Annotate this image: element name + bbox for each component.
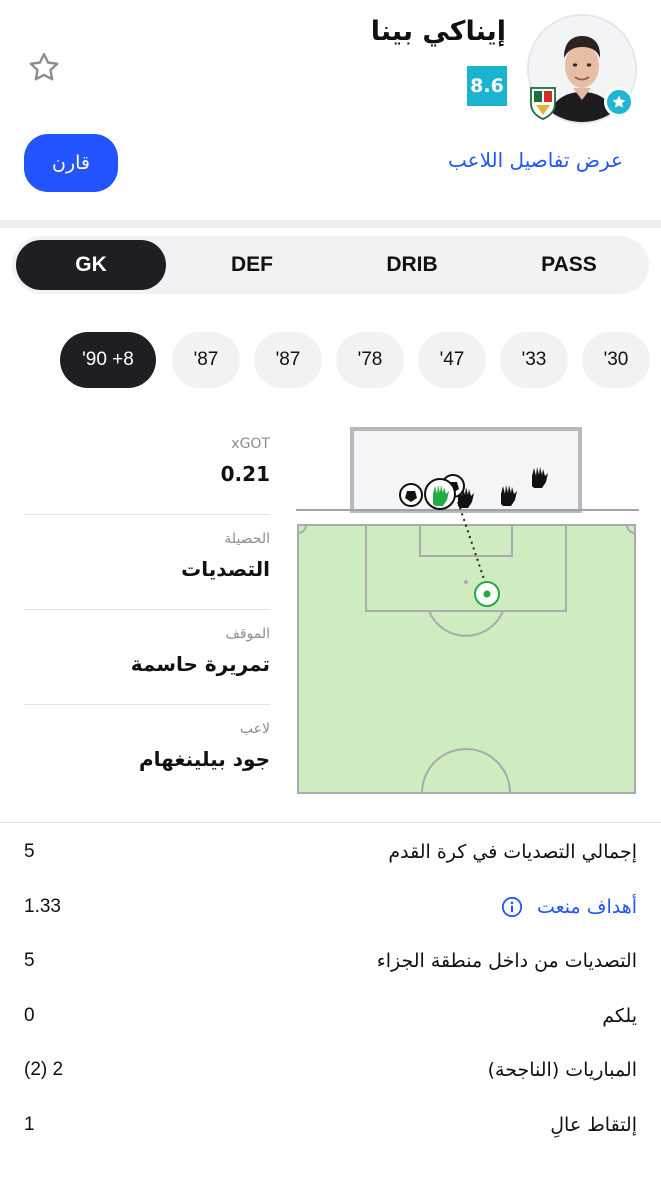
tab-drib[interactable]: DRIB (332, 240, 492, 290)
stat-value: 0 (24, 1004, 35, 1026)
football-icon[interactable] (399, 483, 423, 507)
stat-label: المباريات (الناجحة) (487, 1059, 637, 1081)
star-icon (604, 87, 634, 117)
stat-row: إلتقاط عالِ 1 (0, 1099, 661, 1154)
shooter-value: جود بيلينغهام (138, 747, 270, 771)
stat-label: أهداف منعت (536, 895, 637, 918)
section-divider (0, 822, 661, 823)
goals-prevented-link[interactable]: أهداف منعت (501, 896, 637, 919)
shot-map (296, 424, 639, 796)
selected-save-marker[interactable] (424, 478, 456, 510)
stat-value: 5 (24, 841, 35, 862)
minute-chip[interactable]: '30 (582, 332, 650, 388)
minute-chip[interactable]: '87 (254, 332, 322, 388)
minute-chip[interactable]: '90 +8 (60, 332, 156, 388)
shot-origin-marker[interactable] (474, 581, 500, 607)
compare-button[interactable]: قارن (24, 134, 118, 192)
tab-pass[interactable]: PASS (490, 240, 648, 290)
stat-row: التصديات من داخل منطقة الجزاء 5 (0, 935, 661, 990)
stat-category-tabs: GK DEF DRIB PASS (12, 236, 649, 294)
stat-label: التصديات من داخل منطقة الجزاء (376, 950, 637, 972)
goalkeeper-stats-list: إجمالي التصديات في كرة القدم 5 أهداف منع… (0, 826, 661, 1153)
stat-value: (2) 2 (24, 1059, 64, 1080)
xgot-block: xGOT 0.21 (24, 420, 270, 515)
player-header: إيناكي بينا 8.6 قارن عرض تفاصيل اللاعب (0, 0, 661, 220)
section-divider (0, 220, 661, 228)
minute-chip[interactable]: '47 (418, 332, 486, 388)
shooter-block: لاعب جود بيلينغهام (24, 705, 270, 800)
xgot-value: 0.21 (220, 462, 270, 486)
info-circle-icon[interactable] (501, 896, 523, 918)
situation-label: الموقف (225, 626, 270, 642)
view-player-details-link[interactable]: عرض تفاصيل اللاعب (448, 148, 623, 172)
stat-row: أهداف منعت 1.33 (0, 881, 661, 936)
club-crest-icon (528, 84, 558, 120)
stat-row: المباريات (الناجحة) (2) 2 (0, 1044, 661, 1099)
minute-chip[interactable]: '87 (172, 332, 240, 388)
outcome-value: التصديات (181, 557, 270, 581)
situation-value: تمريرة حاسمة (130, 652, 270, 676)
stat-label: إلتقاط عالِ (550, 1113, 637, 1136)
shot-info-panel: xGOT 0.21 الحصيلة التصديات الموقف تمريرة… (24, 420, 270, 800)
stat-label: يلكم (602, 1004, 637, 1027)
shot-minute-chips: '90 +8 '87 '87 '78 '47 '33 '30 (0, 332, 661, 390)
favorite-star-button[interactable] (24, 48, 64, 88)
tab-def[interactable]: DEF (172, 240, 332, 290)
stat-value: 1 (24, 1113, 35, 1135)
pitch (297, 524, 636, 794)
stat-value: 5 (24, 950, 35, 971)
player-rating-badge: 8.6 (467, 66, 507, 106)
shooter-label: لاعب (239, 721, 270, 737)
outcome-label: الحصيلة (224, 531, 270, 547)
outcome-block: الحصيلة التصديات (24, 515, 270, 610)
stat-label: إجمالي التصديات في كرة القدم (388, 841, 637, 863)
stat-value: 1.33 (24, 895, 61, 917)
player-name: إيناكي بينا (370, 16, 506, 47)
xgot-label: xGOT (231, 436, 270, 452)
stat-row: يلكم 0 (0, 990, 661, 1045)
star-outline-icon (29, 53, 59, 81)
situation-block: الموقف تمريرة حاسمة (24, 610, 270, 705)
minute-chip[interactable]: '33 (500, 332, 568, 388)
minute-chip[interactable]: '78 (336, 332, 404, 388)
tab-gk[interactable]: GK (16, 240, 166, 290)
stat-row: إجمالي التصديات في كرة القدم 5 (0, 826, 661, 881)
